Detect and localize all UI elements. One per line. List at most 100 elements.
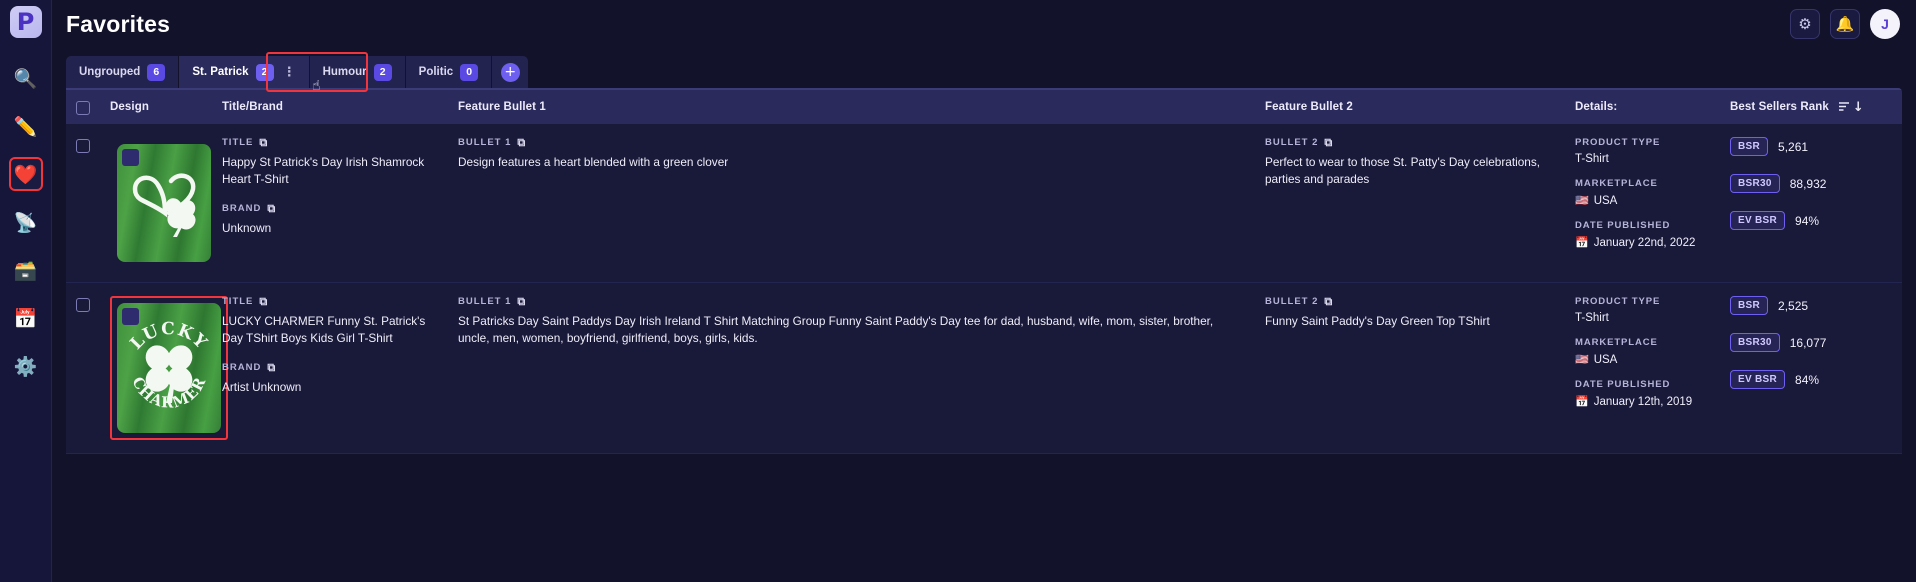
bullet2-field-label: BULLET 2 ⧉ [1265, 137, 1555, 148]
tab-count-badge: 2 [255, 63, 274, 81]
copy-icon[interactable]: ⧉ [267, 362, 276, 373]
calendar-icon: 📅 [1575, 236, 1589, 249]
topbar-actions: ⚙ 🔔 J [1790, 9, 1900, 39]
bullet1-field-label: BULLET 1 ⧉ [458, 296, 1245, 307]
bsr30-row: BSR30 88,932 [1730, 174, 1892, 193]
tab-humour[interactable]: Humour 2 [309, 56, 406, 88]
table-row[interactable]: TITLE ⧉ Happy St Patrick's Day Irish Sha… [66, 124, 1902, 283]
design-thumbnail-wrapper[interactable] [110, 137, 218, 269]
thumbnail-tag-icon [122, 149, 139, 166]
marketplace-label: MARKETPLACE [1575, 337, 1658, 348]
gear-icon[interactable]: ⚙️ [9, 349, 43, 383]
column-header-details[interactable]: Details: [1565, 101, 1720, 113]
main-content: Favorites ⚙ 🔔 J Ungrouped 6 St. Patrick [52, 0, 1916, 582]
design-thumbnail[interactable] [117, 144, 211, 262]
table-row[interactable]: LUCKY CHARMER TITLE ⧉ LUCKY CHARMER Funn… [66, 283, 1902, 454]
kebab-menu-icon[interactable]: ⋮ [283, 66, 296, 79]
page-title: Favorites [66, 10, 171, 37]
title-brand-cell: TITLE ⧉ Happy St Patrick's Day Irish Sha… [212, 137, 448, 269]
title-field-label: TITLE ⧉ [222, 137, 438, 148]
label-text: TITLE [222, 137, 254, 148]
details-cell: PRODUCT TYPE T-Shirt MARKETPLACE 🇺🇸 USA … [1565, 296, 1720, 440]
marketplace-value: 🇺🇸 USA [1575, 353, 1710, 366]
label-text: BRAND [222, 361, 262, 373]
column-header-best-sellers-rank[interactable]: Best Sellers Rank ↓ [1720, 100, 1902, 115]
copy-icon[interactable]: ⧉ [517, 137, 526, 148]
topbar: Favorites ⚙ 🔔 J [52, 0, 1916, 48]
select-all-checkbox[interactable] [76, 101, 90, 115]
calendar-icon[interactable]: 📅 [9, 301, 43, 335]
bullet1-text: St Patricks Day Saint Paddys Day Irish I… [458, 314, 1214, 345]
settings-button[interactable]: ⚙ [1790, 9, 1820, 39]
card-box-icon[interactable]: 🗃️ [9, 253, 43, 287]
product-type-value: T-Shirt [1575, 312, 1609, 324]
satellite-icon[interactable]: 📡 [9, 205, 43, 239]
app-logo[interactable]: P [9, 6, 42, 38]
feature-bullet-1-cell: BULLET 1 ⧉ St Patricks Day Saint Paddys … [448, 296, 1255, 440]
copy-icon[interactable]: ⧉ [259, 296, 268, 307]
product-type-label: PRODUCT TYPE [1575, 137, 1661, 148]
tab-ungrouped[interactable]: Ungrouped 6 [66, 56, 180, 88]
row-checkbox[interactable] [76, 139, 90, 153]
lucky-text: LUCKY [126, 319, 209, 354]
product-title: LUCKY CHARMER Funny St. Patrick's Day TS… [222, 314, 426, 345]
tabs-container: Ungrouped 6 St. Patrick 2 ⋮ Humour 2 Pol… [52, 48, 1916, 94]
copy-icon[interactable]: ⧉ [517, 296, 526, 307]
marketplace-text: USA [1593, 194, 1618, 207]
row-checkbox[interactable] [76, 298, 90, 312]
column-header-feature-bullet-2[interactable]: Feature Bullet 2 [1255, 101, 1565, 113]
copy-icon[interactable]: ⧉ [259, 137, 268, 148]
title-brand-cell: TITLE ⧉ LUCKY CHARMER Funny St. Patrick'… [212, 296, 448, 440]
copy-icon[interactable]: ⧉ [1324, 296, 1333, 307]
sort-descending-icon[interactable]: ↓ [1838, 100, 1864, 115]
copy-icon[interactable]: ⧉ [267, 203, 276, 214]
sidebar: P 🔍 ✏️ ❤️ 📡 🗃️ 📅 ⚙️ [0, 0, 52, 582]
bullet1-field-label: BULLET 1 ⧉ [458, 137, 1245, 148]
bsr-badge: BSR [1730, 296, 1769, 315]
heart-icon: ❤️ [13, 163, 38, 186]
row-select-cell [66, 296, 100, 440]
ev-bsr-row: EV BSR 84% [1730, 370, 1892, 389]
design-cell: LUCKY CHARMER [100, 296, 228, 440]
copy-icon[interactable]: ⧉ [1324, 137, 1333, 148]
ev-bsr-value: 84% [1795, 372, 1820, 387]
add-tab-button[interactable]: + [492, 56, 529, 88]
design-thumbnail[interactable]: LUCKY CHARMER [117, 303, 221, 433]
tab-politic[interactable]: Politic 0 [405, 56, 493, 88]
tab-label: Ungrouped [79, 66, 141, 78]
product-brand: Artist Unknown [222, 379, 302, 394]
usa-flag-icon: 🇺🇸 [1575, 194, 1589, 207]
bsr-value: 5,261 [1778, 139, 1809, 154]
select-all-cell [66, 99, 100, 115]
bullet2-text: Funny Saint Paddy's Day Green Top TShirt [1265, 314, 1490, 328]
title-field-label: TITLE ⧉ [222, 296, 438, 307]
notifications-button[interactable]: 🔔 [1830, 9, 1860, 39]
marketplace-label: MARKETPLACE [1575, 178, 1658, 189]
app-root: P 🔍 ✏️ ❤️ 📡 🗃️ 📅 ⚙️ Favorites ⚙ 🔔 J Ungr… [0, 0, 1916, 582]
column-header-feature-bullet-1[interactable]: Feature Bullet 1 [448, 101, 1255, 113]
marketplace-text: USA [1593, 353, 1618, 366]
tab-count-badge: 6 [147, 63, 166, 81]
column-header-design[interactable]: Design [100, 101, 212, 113]
details-cell: PRODUCT TYPE T-Shirt MARKETPLACE 🇺🇸 USA … [1565, 137, 1720, 269]
bsr-value: 2,525 [1778, 298, 1809, 313]
search-icon[interactable]: 🔍 [9, 61, 43, 95]
sidebar-item-favorites[interactable]: ❤️ [8, 157, 43, 191]
avatar[interactable]: J [1870, 9, 1900, 39]
bsr-row: BSR 5,261 [1730, 137, 1892, 156]
bsr30-badge: BSR30 [1730, 333, 1780, 352]
column-header-title-brand[interactable]: Title/Brand [212, 101, 448, 113]
design-thumbnail-wrapper[interactable]: LUCKY CHARMER [110, 296, 228, 440]
ev-bsr-badge: EV BSR [1730, 211, 1786, 230]
feature-bullet-1-cell: BULLET 1 ⧉ Design features a heart blend… [448, 137, 1255, 269]
brand-field-label: BRAND ⧉ [222, 203, 438, 214]
tab-st-patrick[interactable]: St. Patrick 2 ⋮ [179, 56, 310, 88]
bullet1-text: Design features a heart blended with a g… [458, 155, 729, 169]
product-brand: Unknown [222, 220, 272, 235]
tab-count-badge: 2 [373, 63, 392, 81]
label-text: BULLET 2 [1265, 137, 1319, 148]
marketplace-value: 🇺🇸 USA [1575, 194, 1710, 207]
pencil-icon[interactable]: ✏️ [9, 109, 43, 143]
